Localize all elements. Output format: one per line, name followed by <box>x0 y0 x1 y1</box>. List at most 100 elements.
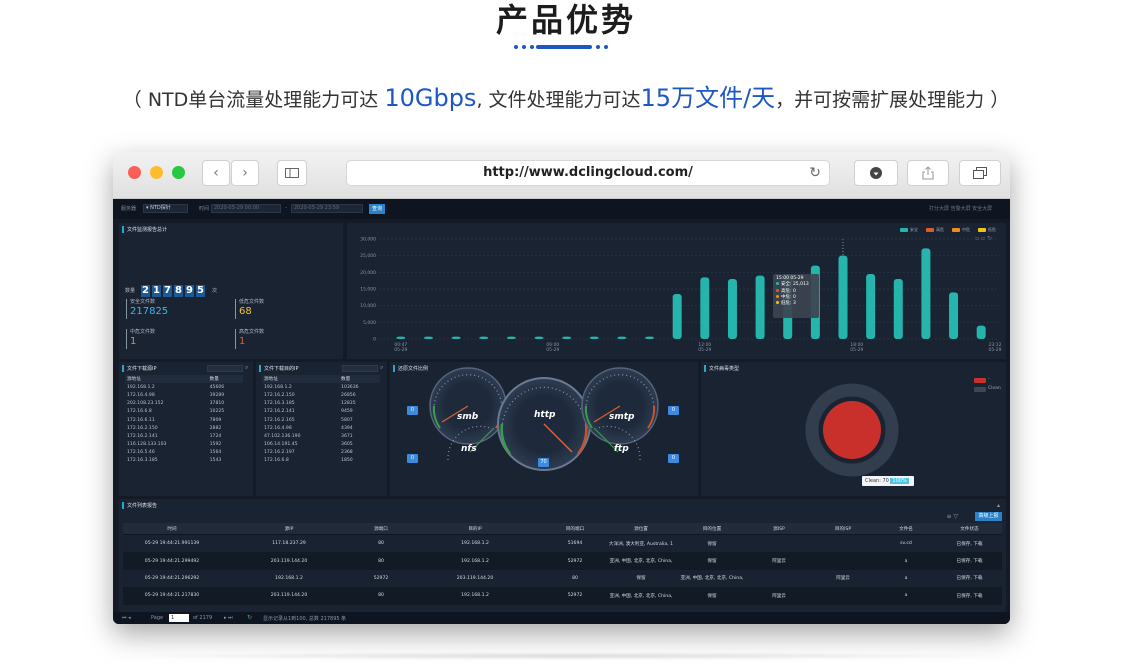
server-select[interactable]: ▾ NTD探针 <box>143 204 188 213</box>
column-header[interactable]: 目的位置 <box>677 523 747 535</box>
column-header[interactable]: 数量 <box>339 375 380 384</box>
chart-tooltip: 15:00 05-29 安全: 25,013 高危: 0 中危: 0 低危: 3 <box>773 274 819 318</box>
table-row[interactable]: 172.16.2.150 26856 <box>262 391 380 399</box>
table-row[interactable]: 172.16.6.8 10225 <box>125 408 243 416</box>
table-row[interactable]: 172.16.2.150 2882 <box>125 424 243 432</box>
table-row[interactable]: 172.16.6.8 1850 <box>262 457 380 465</box>
chart-bar[interactable] <box>893 279 903 339</box>
column-header[interactable]: 源地址 <box>262 375 340 384</box>
next-page-icon[interactable]: ▸ ⏭ <box>224 615 233 621</box>
forward-button[interactable]: › <box>231 160 259 186</box>
table-cell: 05-29 19:44:21.296292 <box>123 569 221 588</box>
table-row[interactable]: 05-29 19:44:21.299492 203.119.144.20 80 192… <box>123 552 1002 570</box>
table-cell: 05-29 19:44:21.991139 <box>123 534 221 553</box>
page-number-input[interactable]: 1 <box>169 614 189 622</box>
back-button[interactable]: ‹ <box>202 160 230 186</box>
search-icon[interactable]: ⌕ <box>245 364 248 372</box>
table-row[interactable]: 116.128.133.103 1592 <box>125 441 243 449</box>
table-row[interactable]: 47.102.136.190 3671 <box>262 432 380 440</box>
time-end-input[interactable]: 2020-05-29 23:59 <box>291 204 363 213</box>
first-page-icon[interactable]: ⏮ ◂ <box>122 615 131 621</box>
file-status-link[interactable]: 已保存, 下载 <box>937 587 1002 605</box>
sidebar-toggle-button[interactable] <box>277 160 307 186</box>
column-header[interactable]: 目的IP <box>405 523 545 535</box>
table-row[interactable]: 05-29 19:44:21.991139 117.18.237.29 80 192.… <box>123 534 1002 553</box>
table-row[interactable]: 172.16.3.185 1543 <box>125 457 243 465</box>
chart-bar[interactable] <box>562 336 572 339</box>
screen-links[interactable]: 打分大屏 告警大屏 安全大屏 <box>929 205 992 212</box>
table-cell: 10225 <box>209 409 225 415</box>
column-header[interactable]: 源IP <box>221 523 357 535</box>
table-cell: 172.16.4.98 <box>264 425 292 431</box>
chart-bar[interactable] <box>949 292 959 339</box>
table-row[interactable]: 106.14.191.45 3605 <box>262 441 380 449</box>
chart-bar[interactable] <box>589 336 599 339</box>
file-status-link[interactable]: 已保存, 下载 <box>937 534 1002 553</box>
tabs-button[interactable] <box>959 160 1001 186</box>
filter-icon[interactable]: ≡ ▽ <box>946 513 958 520</box>
chart-bar[interactable] <box>479 336 489 339</box>
search-icon[interactable]: ⌕ <box>380 364 383 372</box>
refresh-icon[interactable]: ↻ <box>247 614 252 621</box>
reload-icon[interactable]: ↻ <box>809 161 821 185</box>
query-button[interactable]: 查询 <box>369 204 385 214</box>
search-input[interactable] <box>342 365 378 372</box>
chart-bar[interactable] <box>866 274 876 339</box>
chart-bar[interactable] <box>451 336 461 339</box>
chart-bar[interactable] <box>396 336 406 339</box>
chart-bar[interactable] <box>617 336 627 339</box>
chart-bar[interactable] <box>534 336 544 339</box>
share-button[interactable] <box>907 160 949 186</box>
table-row[interactable]: 172.16.4.98 39289 <box>125 391 243 399</box>
column-header[interactable]: 源端口 <box>357 523 405 535</box>
time-start-input[interactable]: 2020-05-29 00:00 <box>211 204 281 213</box>
table-cell: a <box>875 552 937 570</box>
chart-bar[interactable] <box>645 336 655 339</box>
column-header[interactable]: 目的ISP <box>811 523 875 535</box>
close-window-button[interactable] <box>128 166 141 179</box>
table-cell: a <box>875 587 937 605</box>
table-row[interactable]: 192.168.1.2 45606 <box>125 383 243 391</box>
table-row[interactable]: 172.16.6.11 7809 <box>125 416 243 424</box>
table-row[interactable]: 172.16.5.46 1564 <box>125 449 243 457</box>
chart-bar[interactable] <box>838 255 848 339</box>
column-header[interactable]: 源ISP <box>747 523 811 535</box>
timeline-chart-panel: 安全高危中危低危 ▫ ▫ ↻ 05,00010,00015,00020,0002… <box>347 223 1006 359</box>
file-status-link[interactable]: 已保存, 下载 <box>937 552 1002 570</box>
table-row[interactable]: 172.16.2.197 2368 <box>262 449 380 457</box>
chart-bar[interactable] <box>921 248 931 339</box>
collapse-icon[interactable]: ▴ <box>997 502 1000 509</box>
column-header[interactable]: 源位置 <box>605 523 677 535</box>
maximize-window-button[interactable] <box>172 166 185 179</box>
chart-bar[interactable] <box>672 294 682 339</box>
column-header[interactable]: 时间 <box>123 523 221 535</box>
file-status-link[interactable]: 已保存, 下载 <box>937 569 1002 588</box>
search-input[interactable] <box>207 365 243 372</box>
chart-bar[interactable] <box>976 325 986 339</box>
table-row[interactable]: 05-29 19:44:21.217830 203.119.144.20 80 192… <box>123 587 1002 605</box>
chart-bar[interactable] <box>755 275 765 339</box>
address-bar[interactable]: http://www.dclingcloud.com/↻ <box>346 160 830 186</box>
table-row[interactable]: 192.168.1.2 103636 <box>262 383 380 391</box>
table-row[interactable]: 172.16.2.141 9459 <box>262 408 380 416</box>
table-row[interactable]: 172.16.2.165 5807 <box>262 416 380 424</box>
table-row[interactable]: 172.16.2.141 1724 <box>125 432 243 440</box>
download-button[interactable] <box>854 160 898 186</box>
column-header[interactable]: 数量 <box>207 375 243 384</box>
table-row[interactable]: 172.16.4.98 4394 <box>262 424 380 432</box>
minimize-window-button[interactable] <box>150 166 163 179</box>
column-header[interactable]: 文件状态 <box>937 523 1002 535</box>
table-cell: 45606 <box>209 384 225 390</box>
column-header[interactable]: 文件名 <box>875 523 937 535</box>
table-row[interactable]: 202.108.23.152 37810 <box>125 400 243 408</box>
chart-bar[interactable] <box>506 336 516 339</box>
table-cell: 26856 <box>341 392 356 398</box>
chart-bar[interactable] <box>423 336 433 339</box>
table-row[interactable]: 172.16.3.185 12835 <box>262 400 380 408</box>
chart-bar[interactable] <box>727 279 737 339</box>
export-button[interactable]: 高级上报 <box>975 512 1002 521</box>
chart-bar[interactable] <box>700 277 710 339</box>
table-row[interactable]: 05-29 19:44:21.296292 192.168.1.2 52972 203… <box>123 569 1002 588</box>
column-header[interactable]: 目的端口 <box>545 523 605 535</box>
column-header[interactable]: 源地址 <box>125 375 208 384</box>
